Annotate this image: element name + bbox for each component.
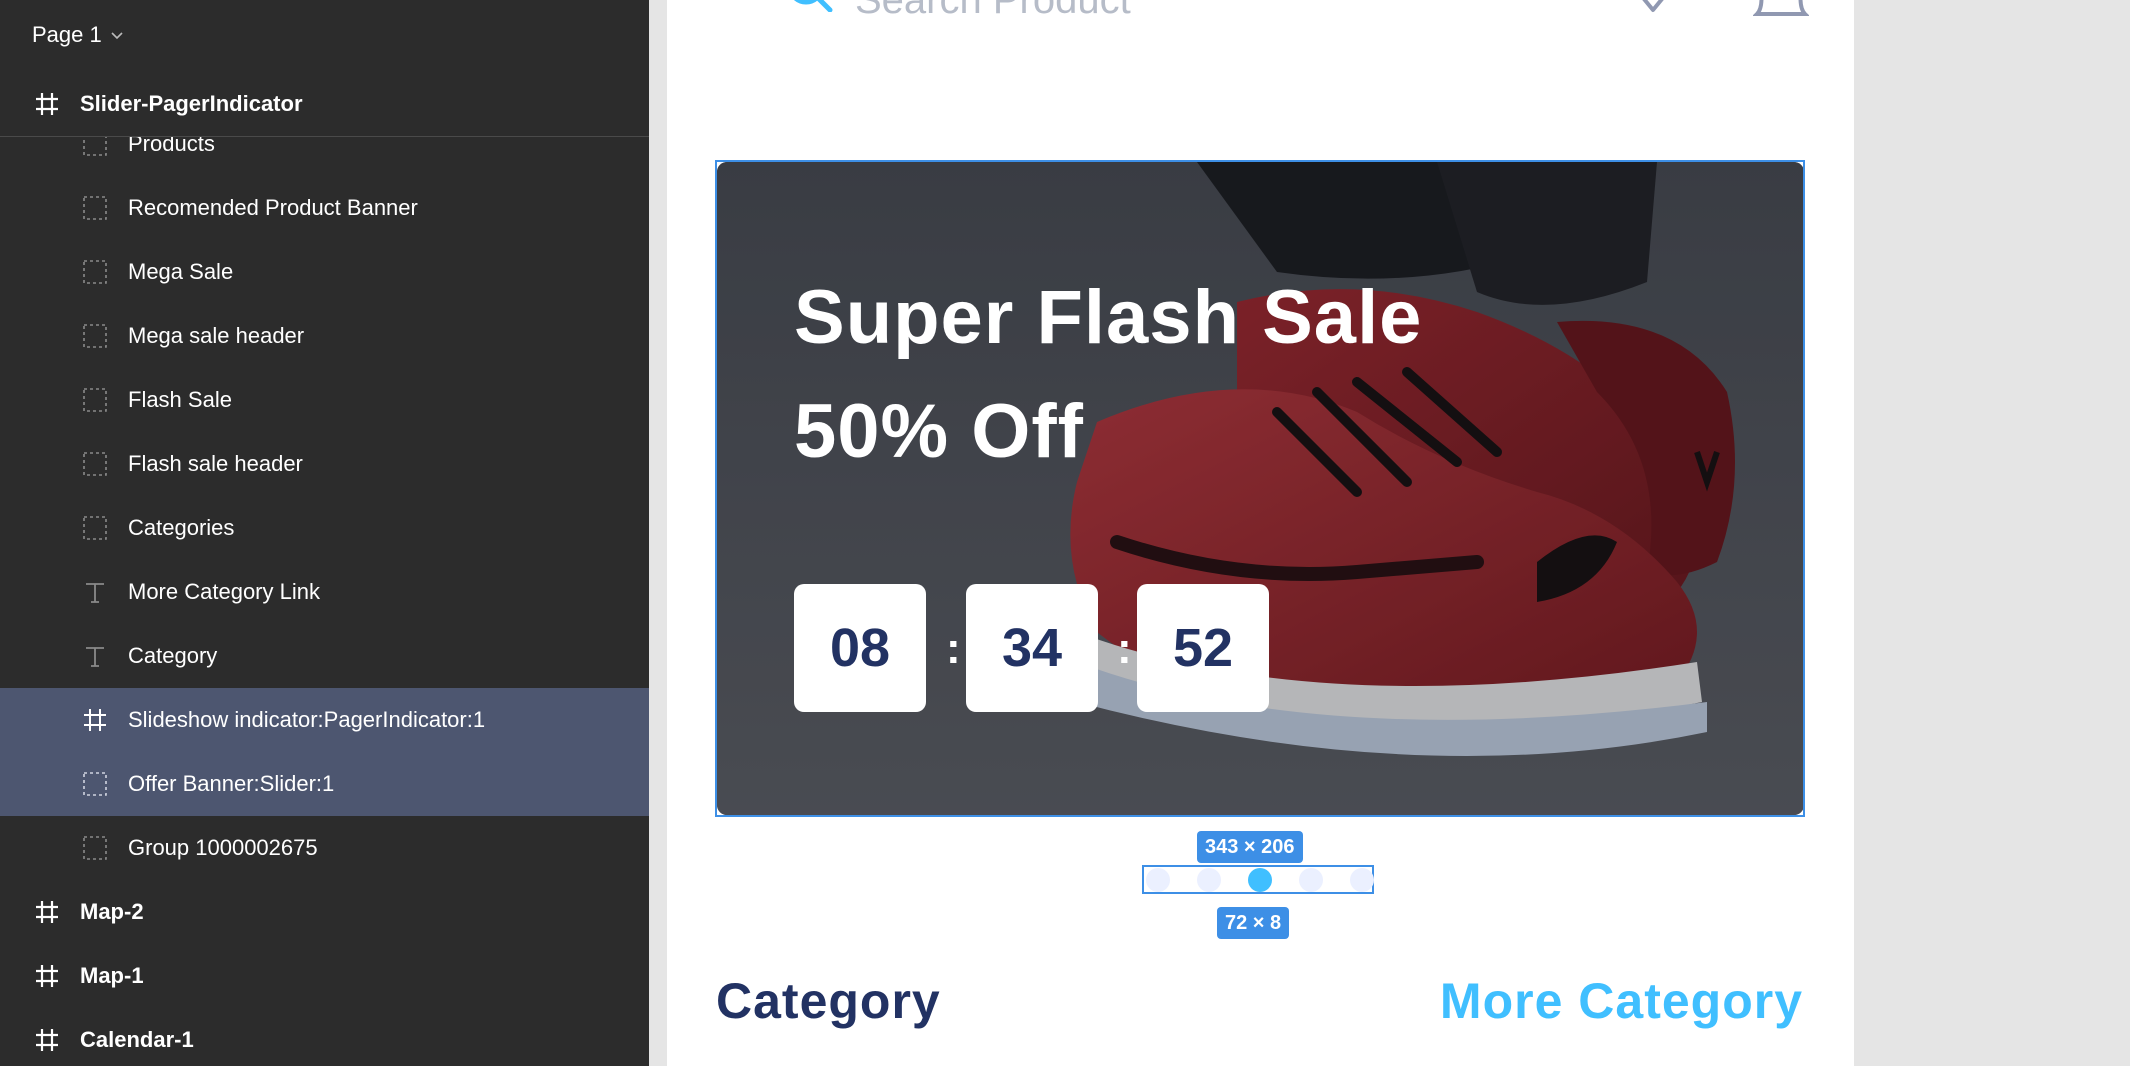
layer-row[interactable]: Flash sale header: [0, 432, 649, 496]
page-selector-label: Page 1: [32, 22, 102, 47]
frame-hash-icon: [36, 901, 58, 923]
layer-frame-calendar-1[interactable]: Calendar-1: [0, 1008, 649, 1066]
layer-row[interactable]: Mega Sale: [0, 240, 649, 304]
more-category-link[interactable]: More Category: [1440, 972, 1803, 1030]
group-dashed-icon: [83, 452, 107, 476]
category-title: Category: [716, 973, 941, 1029]
timer-hours: 08: [794, 584, 926, 712]
design-canvas[interactable]: Search Product Super Flash Sale 50% Off …: [649, 0, 2130, 1066]
frame-hash-icon: [84, 709, 106, 731]
offer-banner[interactable]: Super Flash Sale 50% Off 08 : 34 : 52: [717, 162, 1804, 815]
timer-seconds: 52: [1137, 584, 1269, 712]
text-t-icon: [86, 583, 104, 603]
layer-label: Category: [128, 643, 218, 668]
frame-hash-icon: [36, 93, 58, 115]
layer-label: Recomended Product Banner: [128, 195, 418, 220]
layer-label: Flash sale header: [128, 451, 303, 476]
pager-dot[interactable]: [1350, 868, 1374, 892]
pager-size-badge: 72 × 8: [1217, 907, 1290, 939]
layer-list: Products Recomended Product Banner Mega …: [0, 137, 649, 1066]
group-dashed-icon: [83, 388, 107, 412]
layer-label: Offer Banner:Slider:1: [128, 771, 335, 796]
layer-row[interactable]: More Category Link: [0, 560, 649, 624]
layer-row[interactable]: Mega sale header: [0, 304, 649, 368]
layer-label: Group 1000002675: [128, 835, 318, 860]
layer-root-frame[interactable]: Slider-PagerIndicator: [0, 72, 649, 137]
layer-row[interactable]: Recomended Product Banner: [0, 176, 649, 240]
layer-row[interactable]: Products: [0, 137, 649, 176]
group-dashed-icon: [83, 772, 107, 796]
layers-panel: Page 1 Slider-PagerIndicator Products Re…: [0, 0, 649, 1066]
group-dashed-icon: [83, 836, 107, 860]
layer-label: Flash Sale: [128, 387, 232, 412]
bell-icon: [1753, 0, 1809, 16]
pager-dot[interactable]: [1197, 868, 1221, 892]
layer-label: Slider-PagerIndicator: [80, 91, 303, 116]
pager-dot[interactable]: [1299, 868, 1323, 892]
selection-size-badge: 343 × 206: [1197, 831, 1303, 863]
layer-row[interactable]: Flash Sale: [0, 368, 649, 432]
banner-discount: 50% Off: [794, 389, 1084, 474]
timer-minutes: 34: [966, 584, 1098, 712]
layer-label: Mega sale header: [128, 323, 305, 348]
layer-label: More Category Link: [128, 579, 320, 604]
group-dashed-icon: [83, 260, 107, 284]
frame-hash-icon: [36, 1029, 58, 1051]
group-dashed-icon: [83, 137, 107, 156]
group-dashed-icon: [83, 196, 107, 220]
timer-separator: :: [946, 624, 961, 673]
frame-hash-icon: [36, 965, 58, 987]
layer-label: Calendar-1: [80, 1027, 194, 1052]
layer-frame-map-2[interactable]: Map-2: [0, 880, 649, 944]
layer-label: Mega Sale: [128, 259, 234, 284]
layer-frame-map-1[interactable]: Map-1: [0, 944, 649, 1008]
layer-label: Map-2: [80, 899, 144, 924]
layer-label: Slideshow indicator:PagerIndicator:1: [128, 707, 486, 732]
pager-dot-active[interactable]: [1248, 868, 1272, 892]
group-dashed-icon: [83, 516, 107, 540]
layer-label: Map-1: [80, 963, 144, 988]
search-input[interactable]: Search Product: [855, 0, 1131, 23]
layer-row-selected[interactable]: Offer Banner:Slider:1: [0, 752, 649, 816]
layer-row[interactable]: Categories: [0, 496, 649, 560]
sneaker-image: [717, 162, 1804, 815]
layer-label: Products: [128, 137, 215, 156]
banner-title: Super Flash Sale: [794, 275, 1423, 360]
text-t-icon: [86, 647, 104, 667]
layer-label: Categories: [128, 515, 235, 540]
layer-row[interactable]: Category: [0, 624, 649, 688]
layer-row[interactable]: Group 1000002675: [0, 816, 649, 880]
layer-row-selected[interactable]: Slideshow indicator:PagerIndicator:1: [0, 688, 649, 752]
search-icon: [793, 0, 833, 12]
chevron-down-icon: [111, 32, 123, 40]
timer-separator: :: [1117, 624, 1132, 673]
heart-icon: [1642, 0, 1664, 12]
page-selector[interactable]: Page 1: [32, 20, 124, 50]
pager-dot[interactable]: [1146, 868, 1170, 892]
group-dashed-icon: [83, 324, 107, 348]
